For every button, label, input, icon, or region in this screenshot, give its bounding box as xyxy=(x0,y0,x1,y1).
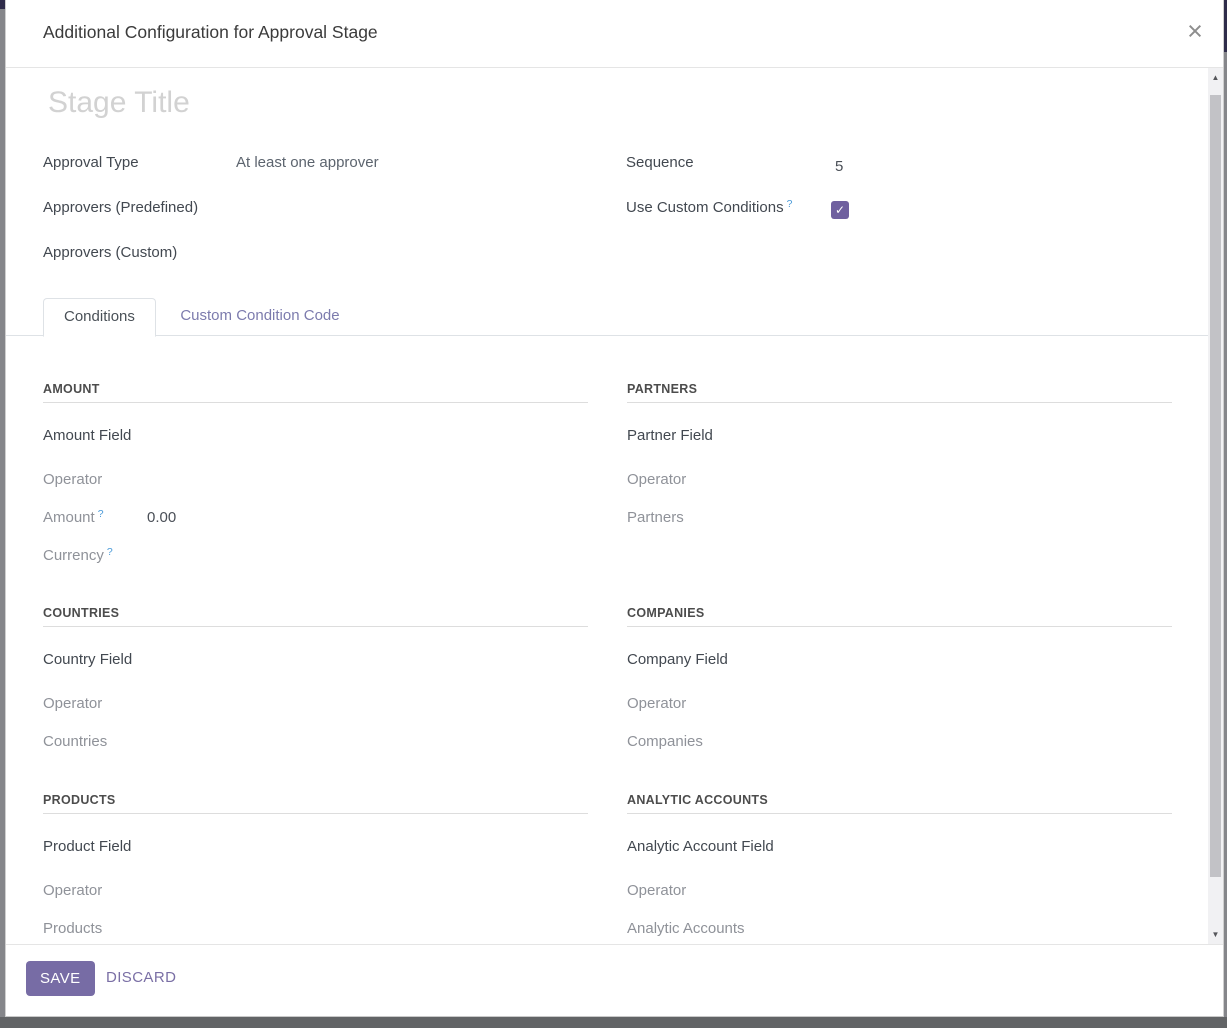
section-title: PARTNERS xyxy=(627,382,697,396)
backdrop-bottom-strip xyxy=(0,1017,1227,1028)
section-divider xyxy=(43,813,588,814)
close-icon[interactable]: × xyxy=(1179,14,1211,48)
section-title: ANALYTIC ACCOUNTS xyxy=(627,793,768,807)
analytic-accounts-label: Analytic Accounts xyxy=(627,917,745,941)
section-divider xyxy=(627,402,1172,403)
scroll-down-icon[interactable]: ▼ xyxy=(1208,927,1223,942)
approvers-custom-label: Approvers (Custom) xyxy=(43,244,177,261)
section-title: PRODUCTS xyxy=(43,793,116,807)
sequence-input[interactable]: 5 xyxy=(835,158,843,175)
approval-type-label: Approval Type xyxy=(43,154,139,171)
section-title: COUNTRIES xyxy=(43,606,119,620)
section-title: COMPANIES xyxy=(627,606,704,620)
checkmark-icon: ✓ xyxy=(835,203,845,217)
use-custom-conditions-label: Use Custom Conditions? xyxy=(626,199,792,216)
amount-row: Amount? 0.00 xyxy=(43,506,104,530)
help-icon: ? xyxy=(107,546,113,558)
save-button[interactable]: SAVE xyxy=(26,961,95,996)
approval-stage-config-dialog: Additional Configuration for Approval St… xyxy=(5,0,1224,1017)
company-field-label: Company Field xyxy=(627,648,728,672)
section-divider xyxy=(43,626,588,627)
dialog-body: Stage Title Approval Type At least one a… xyxy=(6,68,1223,944)
partner-operator-label: Operator xyxy=(627,468,686,492)
section-divider xyxy=(627,813,1172,814)
amount-label: Amount xyxy=(43,509,95,526)
dialog-title: Additional Configuration for Approval St… xyxy=(43,22,378,43)
scroll-up-icon[interactable]: ▲ xyxy=(1208,70,1223,85)
help-icon: ? xyxy=(787,198,793,210)
amount-field-label: Amount Field xyxy=(43,424,131,448)
section-divider xyxy=(43,402,588,403)
currency-row: Currency? xyxy=(43,544,113,568)
partners-label: Partners xyxy=(627,506,684,530)
dialog-footer: SAVE DISCARD xyxy=(6,944,1223,1016)
approvers-predefined-label: Approvers (Predefined) xyxy=(43,199,198,216)
approval-type-select[interactable]: At least one approver xyxy=(236,154,379,171)
section-title: AMOUNT xyxy=(43,382,100,396)
country-field-label: Country Field xyxy=(43,648,132,672)
products-label: Products xyxy=(43,917,102,941)
product-operator-label: Operator xyxy=(43,879,102,903)
product-field-label: Product Field xyxy=(43,835,131,859)
analytic-account-field-label: Analytic Account Field xyxy=(627,835,774,859)
use-custom-conditions-checkbox[interactable]: ✓ xyxy=(831,201,849,219)
notebook-tabs: Conditions Custom Condition Code xyxy=(6,298,1223,336)
sequence-label: Sequence xyxy=(626,154,694,171)
amount-input[interactable]: 0.00 xyxy=(147,506,176,530)
help-icon: ? xyxy=(98,508,104,520)
dialog-header: Additional Configuration for Approval St… xyxy=(6,0,1223,68)
country-operator-label: Operator xyxy=(43,692,102,716)
amount-operator-label: Operator xyxy=(43,468,102,492)
section-divider xyxy=(627,626,1172,627)
tab-conditions[interactable]: Conditions xyxy=(43,298,156,337)
currency-label: Currency xyxy=(43,547,104,564)
scrollbar-thumb[interactable] xyxy=(1210,95,1221,877)
discard-button[interactable]: DISCARD xyxy=(106,969,176,986)
companies-label: Companies xyxy=(627,730,703,754)
stage-title-input[interactable]: Stage Title xyxy=(48,86,190,120)
vertical-scrollbar[interactable]: ▲ ▼ xyxy=(1208,68,1223,944)
company-operator-label: Operator xyxy=(627,692,686,716)
tab-custom-condition-code[interactable]: Custom Condition Code xyxy=(160,298,359,336)
analytic-operator-label: Operator xyxy=(627,879,686,903)
partner-field-label: Partner Field xyxy=(627,424,713,448)
countries-label: Countries xyxy=(43,730,107,754)
